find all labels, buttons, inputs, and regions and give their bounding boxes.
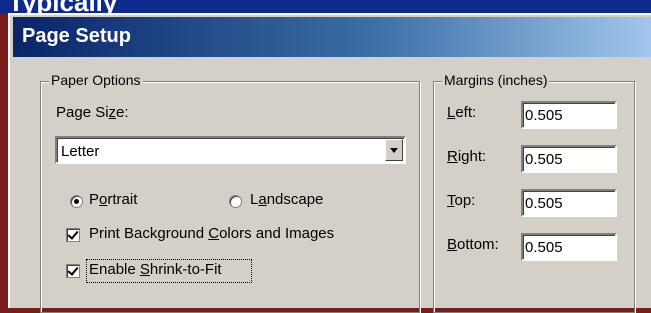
dialog-title: Page Setup — [22, 25, 131, 47]
landscape-radio[interactable] — [229, 195, 242, 208]
dialog-titlebar[interactable]: Page Setup — [13, 17, 651, 57]
left-margin-input[interactable] — [525, 105, 613, 125]
left-margin-field[interactable] — [521, 101, 617, 129]
portrait-label[interactable]: Portrait — [89, 191, 137, 208]
bottom-margin-label: Bottom: — [447, 236, 499, 253]
chevron-down-icon[interactable] — [385, 139, 403, 161]
shrink-to-fit-label[interactable]: Enable Shrink-to-Fit — [89, 261, 222, 278]
print-background-checkbox[interactable] — [66, 228, 80, 242]
print-background-label[interactable]: Print Background Colors and Images — [89, 225, 334, 242]
page-size-value: Letter — [61, 143, 100, 160]
bottom-margin-input[interactable] — [525, 237, 613, 257]
top-margin-label: Top: — [447, 192, 476, 209]
background-window-title: Typically — [8, 0, 117, 14]
page-size-select[interactable]: Letter — [55, 136, 406, 164]
top-margin-input[interactable] — [525, 193, 613, 213]
background-window-titlebar: Typically — [0, 0, 651, 14]
portrait-radio[interactable] — [70, 195, 83, 208]
page-size-label: Page Size: — [56, 104, 129, 121]
page-setup-dialog: Page Setup Paper Options Page Size: Lett… — [8, 13, 651, 313]
bottom-margin-field[interactable] — [521, 233, 617, 261]
landscape-label[interactable]: Landscape — [250, 191, 323, 208]
margins-legend: Margins (inches) — [442, 72, 550, 88]
left-margin-label: Left: — [447, 104, 477, 121]
right-margin-label: Right: — [447, 148, 487, 165]
right-margin-input[interactable] — [525, 149, 613, 169]
paper-options-legend: Paper Options — [49, 72, 143, 88]
top-margin-field[interactable] — [521, 189, 617, 217]
right-margin-field[interactable] — [521, 145, 617, 173]
shrink-to-fit-checkbox[interactable] — [66, 264, 80, 278]
